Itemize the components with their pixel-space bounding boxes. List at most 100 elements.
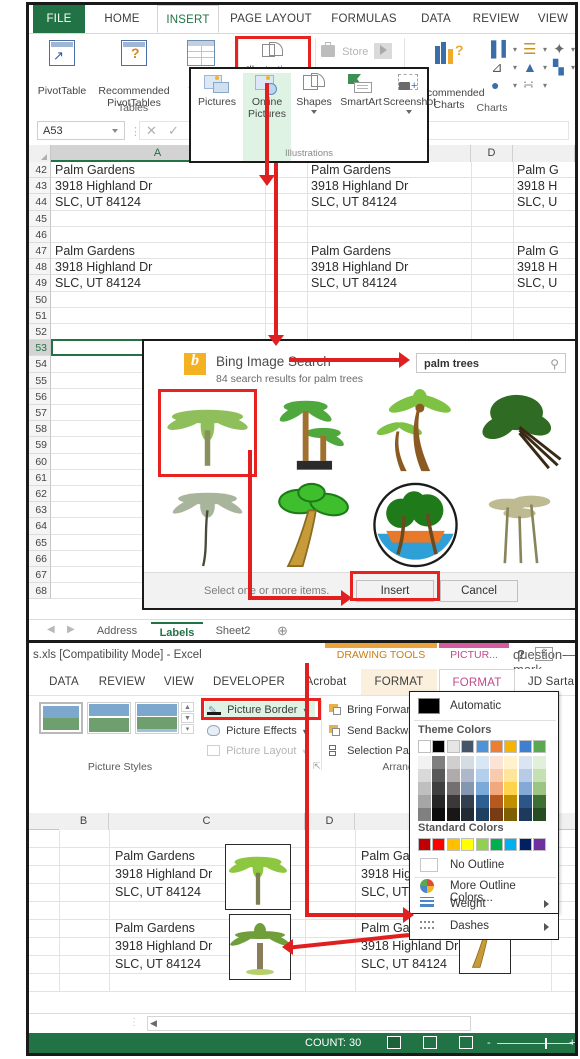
- pivottable-button[interactable]: ↗ PivotTable: [33, 40, 91, 98]
- theme-color-swatch[interactable]: [418, 740, 431, 753]
- theme-color-shade-swatch[interactable]: [418, 808, 431, 821]
- tab-view[interactable]: VIEW: [155, 669, 203, 695]
- combo-chart-icon[interactable]: ▚: [553, 59, 564, 76]
- tab-file[interactable]: FILE: [33, 5, 85, 33]
- column-header-d[interactable]: D: [471, 145, 513, 162]
- column-chart-icon[interactable]: ▌▍: [491, 40, 513, 58]
- cell-text[interactable]: Palm Gardens: [55, 163, 135, 177]
- horizontal-scrollbar[interactable]: ◀: [147, 1016, 471, 1031]
- row-header-49[interactable]: 49: [29, 275, 51, 292]
- cell-text[interactable]: Palm Gardens: [115, 921, 195, 935]
- column-chart-chevron-icon[interactable]: ▾: [513, 45, 517, 54]
- gallery-shapes-chevron-down-icon[interactable]: [311, 109, 317, 114]
- row-header-42[interactable]: 42: [29, 162, 51, 179]
- row-header-66[interactable]: 66: [29, 550, 51, 567]
- select-all-corner[interactable]: [29, 145, 51, 162]
- gallery-pictures-button[interactable]: Pictures: [193, 73, 241, 109]
- theme-color-swatch[interactable]: [518, 740, 532, 753]
- column-header-c[interactable]: C: [109, 813, 305, 830]
- check-icon[interactable]: ✓: [168, 123, 179, 139]
- theme-color-shade-swatch[interactable]: [475, 795, 489, 808]
- cell-text[interactable]: 3918 Highland Dr: [55, 179, 152, 193]
- gallery-scroll-up-icon[interactable]: ▲: [181, 702, 194, 712]
- standard-color-swatch[interactable]: [475, 838, 489, 851]
- theme-color-shade-swatch[interactable]: [461, 782, 475, 795]
- row-header-56[interactable]: 56: [29, 388, 51, 405]
- weight-chevron-right-icon[interactable]: [544, 900, 549, 908]
- theme-color-shade-swatch[interactable]: [533, 795, 547, 808]
- theme-color-swatch[interactable]: [432, 740, 446, 753]
- theme-color-shade-swatch[interactable]: [533, 756, 547, 769]
- row-header-50[interactable]: 50: [29, 291, 51, 308]
- line-chart-chevron-icon[interactable]: ▾: [513, 63, 517, 72]
- row-header-43[interactable]: 43: [29, 178, 51, 195]
- theme-color-shade-swatch[interactable]: [490, 756, 503, 769]
- theme-color-shade-swatch[interactable]: [490, 782, 503, 795]
- row-header-47[interactable]: 47: [29, 243, 51, 260]
- ribbon-display-options-icon[interactable]: ⇧: [535, 647, 553, 661]
- row-header-63[interactable]: 63: [29, 502, 51, 519]
- page-layout-view-icon[interactable]: [423, 1036, 437, 1049]
- pie-chart-icon[interactable]: ●: [491, 77, 499, 93]
- store-button[interactable]: Store: [321, 42, 368, 60]
- cell-text[interactable]: SLC, UT 84124: [311, 276, 397, 290]
- bing-search-input[interactable]: palm trees ⚲: [416, 353, 566, 373]
- area-chart-icon[interactable]: ▲: [523, 59, 537, 75]
- new-sheet-plus-circle-icon[interactable]: ⊕: [277, 623, 288, 639]
- theme-color-shade-swatch[interactable]: [490, 808, 503, 821]
- cell-text[interactable]: 3918 Highland Dr: [115, 867, 212, 881]
- row-header-58[interactable]: 58: [29, 421, 51, 438]
- sheet-tab-sheet2[interactable]: Sheet2: [207, 622, 259, 641]
- cell-text[interactable]: SLC, UT 84124: [55, 195, 141, 209]
- standard-colors-grid[interactable]: [418, 838, 554, 852]
- tab-review[interactable]: REVIEW: [465, 5, 527, 33]
- picture-style-thumb-3[interactable]: [135, 702, 179, 734]
- zoom-slider-track[interactable]: [497, 1043, 573, 1044]
- row-header-52[interactable]: 52: [29, 324, 51, 341]
- theme-color-shade-swatch[interactable]: [475, 782, 489, 795]
- theme-color-shade-swatch[interactable]: [446, 782, 460, 795]
- radar-chart-chevron-icon[interactable]: ▾: [571, 45, 575, 54]
- normal-view-icon[interactable]: [387, 1036, 401, 1049]
- bing-result-thumbnail[interactable]: [470, 389, 569, 477]
- bing-result-thumbnail[interactable]: [158, 481, 257, 569]
- tab-page-layout[interactable]: PAGE LAYOUT: [223, 5, 319, 33]
- prev-sheet-icon[interactable]: ◀: [47, 624, 55, 635]
- scatter-chart-chevron-icon[interactable]: ▾: [543, 81, 547, 90]
- theme-color-shade-swatch[interactable]: [518, 808, 532, 821]
- pie-chart-chevron-icon[interactable]: ▾: [513, 81, 517, 90]
- column-header-d[interactable]: D: [305, 813, 355, 830]
- theme-color-shade-swatch[interactable]: [518, 756, 532, 769]
- line-chart-icon[interactable]: ⊿: [491, 59, 503, 76]
- row-header-68[interactable]: 68: [29, 583, 51, 600]
- cell-text[interactable]: 3918 Highland Dr: [361, 939, 458, 953]
- gallery-more-icon[interactable]: ▾: [181, 724, 194, 734]
- cell-text[interactable]: Palm G: [517, 163, 559, 177]
- no-outline-menu-item[interactable]: No Outline: [450, 859, 504, 871]
- column-header-e[interactable]: [513, 145, 575, 162]
- insert-app-icon[interactable]: [374, 43, 392, 59]
- row-header-60[interactable]: 60: [29, 453, 51, 470]
- dashes-menu-item[interactable]: Dashes: [450, 920, 489, 932]
- theme-color-swatch[interactable]: [490, 740, 503, 753]
- theme-color-shade-swatch[interactable]: [533, 769, 547, 782]
- question-mark-icon[interactable]: ?: [513, 647, 529, 662]
- theme-color-shade-swatch[interactable]: [518, 782, 532, 795]
- standard-color-swatch[interactable]: [432, 838, 446, 851]
- scroll-grip-icon[interactable]: ⋮: [129, 1017, 140, 1028]
- row-header-48[interactable]: 48: [29, 259, 51, 276]
- theme-color-shade-swatch[interactable]: [461, 795, 475, 808]
- row-header-53[interactable]: 53: [29, 340, 51, 357]
- bing-result-thumbnail[interactable]: [262, 389, 361, 477]
- sheet-tab-address[interactable]: Address: [87, 622, 147, 641]
- bing-result-thumbnail[interactable]: [470, 481, 569, 569]
- weight-menu-item[interactable]: Weight: [450, 898, 486, 910]
- bing-result-thumbnail[interactable]: [366, 389, 465, 477]
- gallery-scroll-down-icon[interactable]: ▼: [181, 713, 194, 723]
- theme-color-shade-swatch[interactable]: [504, 769, 518, 782]
- theme-color-shade-swatch[interactable]: [504, 795, 518, 808]
- dashes-chevron-right-icon[interactable]: [544, 923, 549, 931]
- theme-color-shade-swatch[interactable]: [418, 756, 431, 769]
- row-header-67[interactable]: 67: [29, 567, 51, 584]
- name-box-chevron-down-icon[interactable]: [112, 129, 118, 133]
